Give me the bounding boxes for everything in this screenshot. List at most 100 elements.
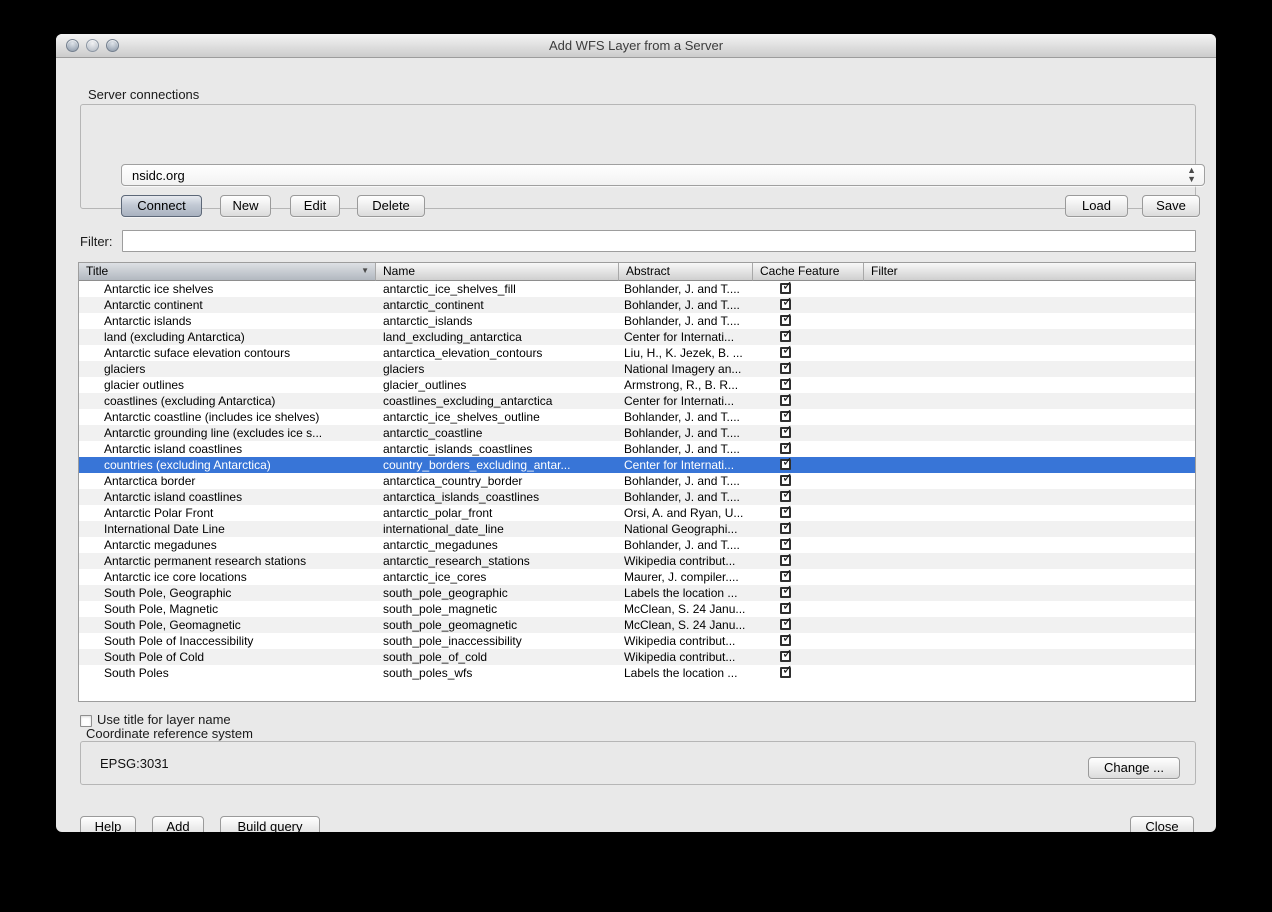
cache-feature-checkbox[interactable]: ✓ <box>780 603 791 614</box>
cache-feature-checkbox[interactable]: ✓ <box>780 587 791 598</box>
checkmark-icon: ✓ <box>782 281 793 294</box>
cell-cache-feature: ✓ <box>753 553 864 569</box>
cache-feature-checkbox[interactable]: ✓ <box>780 667 791 678</box>
cache-feature-checkbox[interactable]: ✓ <box>780 427 791 438</box>
load-button[interactable]: Load <box>1065 195 1128 217</box>
cell-abstract: Bohlander, J. and T.... <box>619 409 753 425</box>
cache-feature-checkbox[interactable]: ✓ <box>780 523 791 534</box>
column-header-filter[interactable]: Filter <box>864 263 1195 281</box>
cell-abstract: National Imagery an... <box>619 361 753 377</box>
cache-feature-checkbox[interactable]: ✓ <box>780 347 791 358</box>
cell-abstract: McClean, S. 24 Janu... <box>619 617 753 633</box>
table-row[interactable]: countries (excluding Antarctica)country_… <box>79 457 1195 473</box>
cache-feature-checkbox[interactable]: ✓ <box>780 443 791 454</box>
use-title-checkbox[interactable] <box>80 715 92 727</box>
help-button[interactable]: Help <box>80 816 136 832</box>
table-row[interactable]: Antarctic continentantarctic_continentBo… <box>79 297 1195 313</box>
table-row[interactable]: South Pole, Geographicsouth_pole_geograp… <box>79 585 1195 601</box>
cache-feature-checkbox[interactable]: ✓ <box>780 299 791 310</box>
checkmark-icon: ✓ <box>782 489 793 502</box>
edit-button[interactable]: Edit <box>290 195 340 217</box>
cache-feature-checkbox[interactable]: ✓ <box>780 635 791 646</box>
cache-feature-checkbox[interactable]: ✓ <box>780 555 791 566</box>
cell-abstract: Bohlander, J. and T.... <box>619 313 753 329</box>
connect-button[interactable]: Connect <box>121 195 202 217</box>
table-row[interactable]: Antarctic island coastlinesantarctica_is… <box>79 489 1195 505</box>
table-row[interactable]: Antarctic coastline (includes ice shelve… <box>79 409 1195 425</box>
column-header-cache-feature[interactable]: Cache Feature <box>753 263 864 281</box>
cache-feature-checkbox[interactable]: ✓ <box>780 459 791 470</box>
cell-cache-feature: ✓ <box>753 569 864 585</box>
cache-feature-checkbox[interactable]: ✓ <box>780 507 791 518</box>
titlebar[interactable]: Add WFS Layer from a Server <box>56 34 1216 58</box>
cell-name: country_borders_excluding_antar... <box>376 457 619 473</box>
table-row[interactable]: glacier outlinesglacier_outlinesArmstron… <box>79 377 1195 393</box>
table-row[interactable]: South Pole, Geomagneticsouth_pole_geomag… <box>79 617 1195 633</box>
table-row[interactable]: Antarctic ice core locationsantarctic_ic… <box>79 569 1195 585</box>
table-row[interactable]: coastlines (excluding Antarctica)coastli… <box>79 393 1195 409</box>
cache-feature-checkbox[interactable]: ✓ <box>780 539 791 550</box>
table-row[interactable]: South Pole of Coldsouth_pole_of_coldWiki… <box>79 649 1195 665</box>
column-header-title[interactable]: Title ▼ <box>79 263 376 281</box>
close-button[interactable]: Close <box>1130 816 1194 832</box>
add-button[interactable]: Add <box>152 816 204 832</box>
cell-filter <box>864 441 1195 457</box>
crs-label: Coordinate reference system <box>86 726 253 741</box>
filter-input[interactable] <box>122 230 1196 252</box>
table-row[interactable]: Antarctic island coastlinesantarctic_isl… <box>79 441 1195 457</box>
cache-feature-checkbox[interactable]: ✓ <box>780 331 791 342</box>
cache-feature-checkbox[interactable]: ✓ <box>780 475 791 486</box>
table-row[interactable]: South Polessouth_poles_wfsLabels the loc… <box>79 665 1195 681</box>
delete-button[interactable]: Delete <box>357 195 425 217</box>
checkmark-icon: ✓ <box>782 345 793 358</box>
cache-feature-checkbox[interactable]: ✓ <box>780 395 791 406</box>
table-row[interactable]: South Pole of Inaccessibilitysouth_pole_… <box>79 633 1195 649</box>
cell-abstract: Bohlander, J. and T.... <box>619 489 753 505</box>
filter-label: Filter: <box>80 234 113 249</box>
save-button[interactable]: Save <box>1142 195 1200 217</box>
cache-feature-checkbox[interactable]: ✓ <box>780 363 791 374</box>
table-row[interactable]: Antarctica borderantarctica_country_bord… <box>79 473 1195 489</box>
cache-feature-checkbox[interactable]: ✓ <box>780 491 791 502</box>
cache-feature-checkbox[interactable]: ✓ <box>780 379 791 390</box>
table-row[interactable]: glaciersglaciersNational Imagery an...✓ <box>79 361 1195 377</box>
cell-abstract: Labels the location ... <box>619 585 753 601</box>
cell-name: south_pole_geographic <box>376 585 619 601</box>
table-row[interactable]: South Pole, Magneticsouth_pole_magneticM… <box>79 601 1195 617</box>
cache-feature-checkbox[interactable]: ✓ <box>780 283 791 294</box>
column-header-name[interactable]: Name <box>376 263 619 281</box>
table-row[interactable]: Antarctic grounding line (excludes ice s… <box>79 425 1195 441</box>
cell-name: south_poles_wfs <box>376 665 619 681</box>
cache-feature-checkbox[interactable]: ✓ <box>780 619 791 630</box>
column-header-abstract[interactable]: Abstract <box>619 263 753 281</box>
table-row[interactable]: Antarctic ice shelvesantarctic_ice_shelv… <box>79 281 1195 297</box>
cell-title: Antarctic islands <box>79 313 376 329</box>
checkmark-icon: ✓ <box>782 617 793 630</box>
table-row[interactable]: Antarctic islandsantarctic_islandsBohlan… <box>79 313 1195 329</box>
use-title-label: Use title for layer name <box>97 712 231 727</box>
server-connection-select[interactable]: nsidc.org ▲▼ <box>121 164 1205 186</box>
change-crs-button[interactable]: Change ... <box>1088 757 1180 779</box>
cell-name: international_date_line <box>376 521 619 537</box>
table-row[interactable]: Antarctic suface elevation contoursantar… <box>79 345 1195 361</box>
table-row[interactable]: land (excluding Antarctica)land_excludin… <box>79 329 1195 345</box>
build-query-button[interactable]: Build query <box>220 816 320 832</box>
cell-filter <box>864 505 1195 521</box>
cache-feature-checkbox[interactable]: ✓ <box>780 315 791 326</box>
cache-feature-checkbox[interactable]: ✓ <box>780 571 791 582</box>
close-window-icon[interactable] <box>66 39 79 52</box>
table-row[interactable]: Antarctic Polar Frontantarctic_polar_fro… <box>79 505 1195 521</box>
cache-feature-checkbox[interactable]: ✓ <box>780 411 791 422</box>
cell-filter <box>864 345 1195 361</box>
table-row[interactable]: Antarctic permanent research stationsant… <box>79 553 1195 569</box>
zoom-window-icon[interactable] <box>106 39 119 52</box>
table-row[interactable]: International Date Lineinternational_dat… <box>79 521 1195 537</box>
new-button[interactable]: New <box>220 195 271 217</box>
cache-feature-checkbox[interactable]: ✓ <box>780 651 791 662</box>
table-row[interactable]: Antarctic megadunesantarctic_megadunesBo… <box>79 537 1195 553</box>
cell-cache-feature: ✓ <box>753 489 864 505</box>
minimize-window-icon[interactable] <box>86 39 99 52</box>
cell-cache-feature: ✓ <box>753 633 864 649</box>
checkmark-icon: ✓ <box>782 409 793 422</box>
checkmark-icon: ✓ <box>782 601 793 614</box>
